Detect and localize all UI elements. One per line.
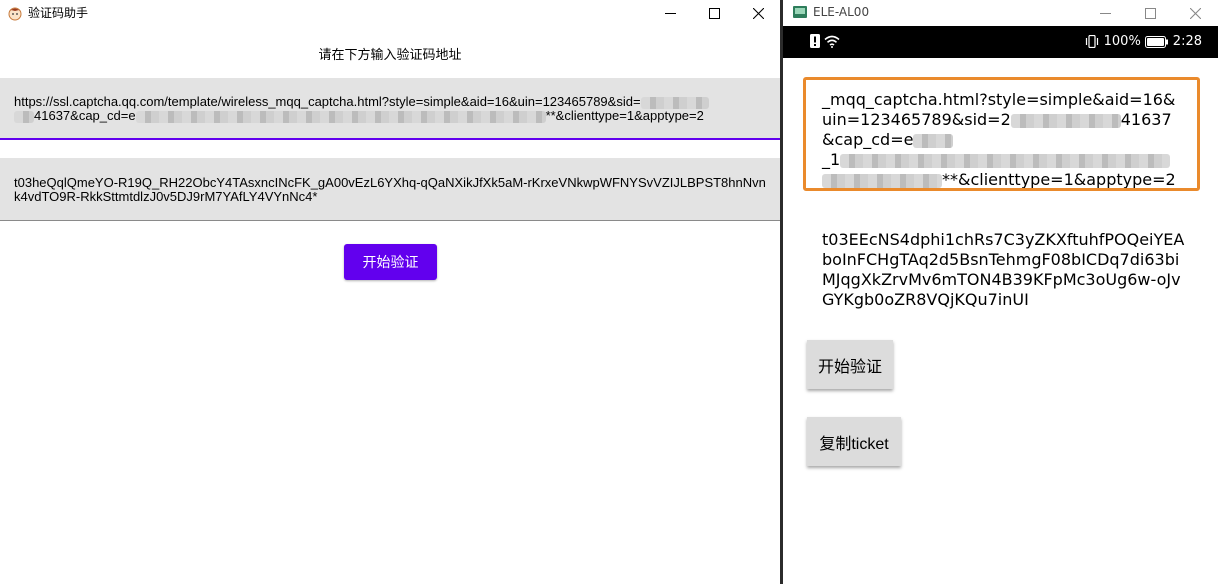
window-title: 验证码助手: [28, 6, 89, 20]
redacted-text: [1010, 113, 1121, 128]
redacted-text: [135, 110, 546, 123]
phone-captcha-url-value: _mqq_captcha.html?style=simple&aid=16&ui…: [822, 90, 1176, 189]
phone-start-verify-button[interactable]: 开始验证: [807, 340, 893, 389]
app-icon: [793, 6, 807, 18]
app-icon: [8, 7, 22, 21]
captcha-url-value: https://ssl.captcha.qq.com/template/wire…: [14, 95, 766, 123]
ticket-output-field[interactable]: t03heQqlQmeYO-R19Q_RH22ObcY4TAsxncINcFK_…: [0, 158, 780, 221]
ticket-value: t03heQqlQmeYO-R19Q_RH22ObcY4TAsxncINcFK_…: [14, 175, 766, 204]
minimize-icon: [664, 12, 676, 14]
maximize-button[interactable]: [692, 0, 736, 26]
battery-icon: [1144, 35, 1168, 48]
redacted-text: [14, 110, 34, 123]
phone-captcha-url-input[interactable]: _mqq_captcha.html?style=simple&aid=16&ui…: [803, 77, 1200, 191]
phone-close-button[interactable]: [1173, 0, 1217, 26]
status-time: 2:28: [1172, 34, 1202, 49]
redacted-text: [840, 153, 1171, 168]
status-right: 100% 2:28: [1084, 34, 1202, 49]
phone-window-title: ELE-AL00: [813, 5, 870, 19]
title-bar: 验证码助手: [0, 0, 780, 26]
phone-mirror-window: ELE-AL00 100% 2:28 _mqq_captcha.html?sty…: [783, 0, 1218, 584]
captcha-url-input[interactable]: https://ssl.captcha.qq.com/template/wire…: [0, 78, 780, 140]
status-left: [810, 34, 840, 48]
battery-percent: 100%: [1103, 34, 1141, 49]
phone-title-bar: ELE-AL00: [783, 0, 1218, 26]
close-button[interactable]: [736, 0, 780, 26]
phone-status-bar: 100% 2:28: [783, 26, 1218, 58]
phone-maximize-button[interactable]: [1128, 0, 1172, 26]
redacted-text: [640, 96, 709, 109]
start-verify-button[interactable]: 开始验证: [344, 244, 437, 280]
close-icon: [752, 7, 764, 19]
minimize-button[interactable]: [648, 0, 692, 26]
phone-ticket-text: t03EEcNS4dphi1chRs7C3yZKXftuhfPOQeiYEAbo…: [822, 230, 1185, 309]
alert-icon: [810, 34, 820, 48]
minimize-icon: [1099, 12, 1111, 14]
redacted-text: [822, 173, 942, 188]
url-prompt-label: 请在下方输入验证码地址: [318, 48, 462, 63]
close-icon: [1189, 7, 1201, 19]
captcha-helper-window: 验证码助手 请在下方输入验证码地址 https://ssl.captcha.qq…: [0, 0, 780, 584]
wifi-icon: [824, 35, 840, 48]
vibrate-icon: [1085, 35, 1098, 48]
maximize-icon: [708, 7, 720, 19]
maximize-icon: [1144, 7, 1156, 19]
copy-ticket-button[interactable]: 复制ticket: [807, 417, 901, 466]
phone-minimize-button[interactable]: [1083, 0, 1127, 26]
redacted-text: [913, 133, 954, 148]
